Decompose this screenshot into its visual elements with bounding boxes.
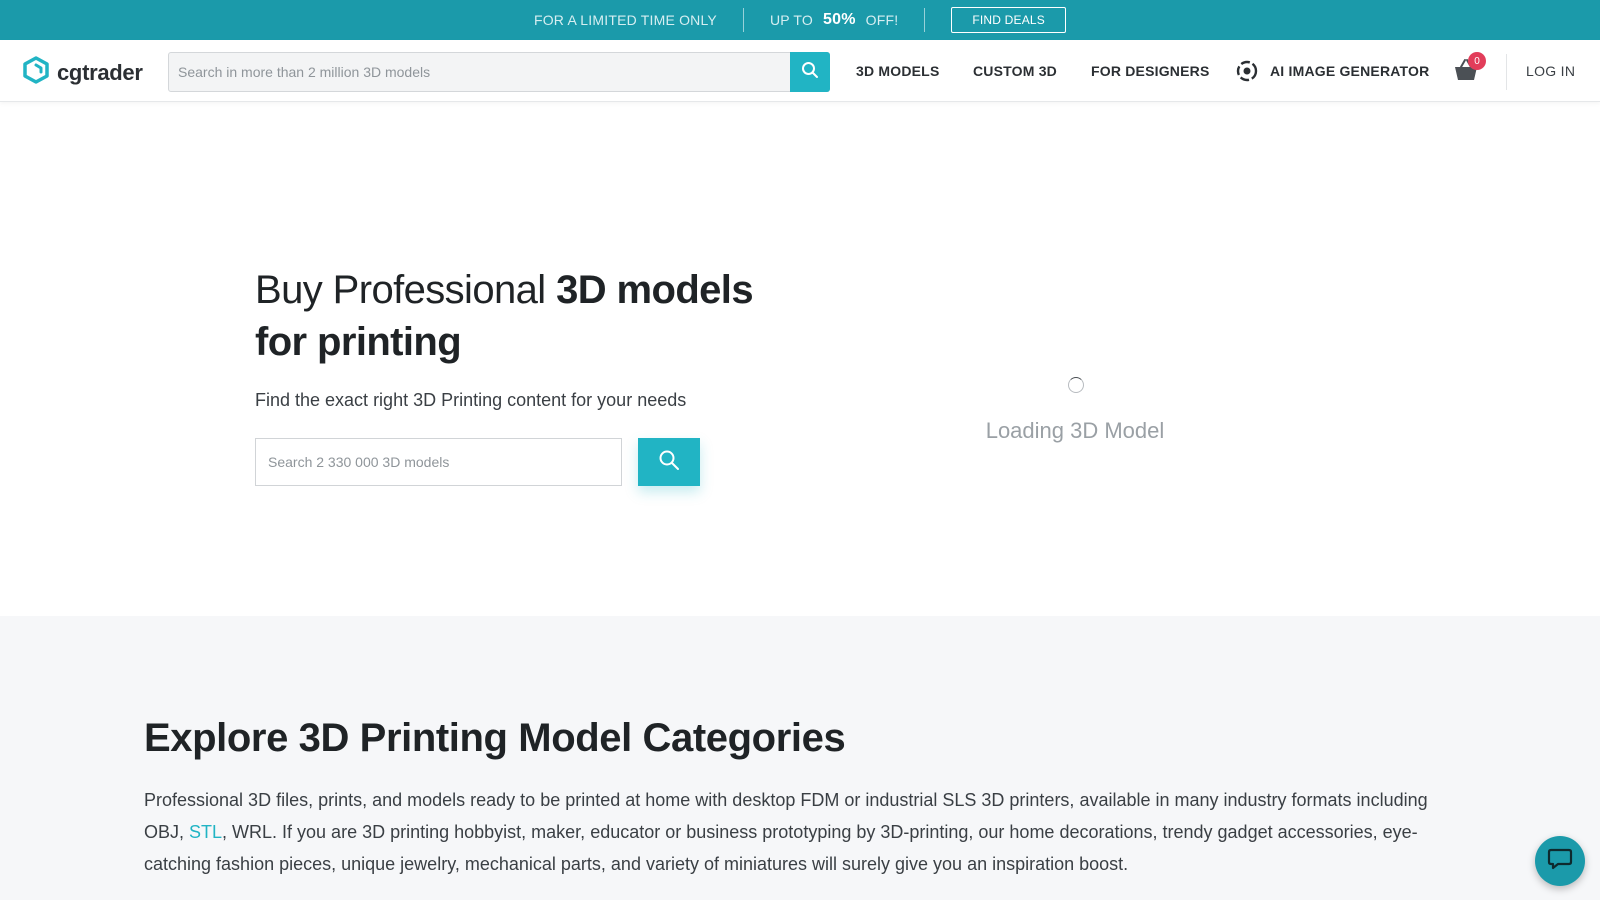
explore-title-bold: Categories bbox=[642, 716, 846, 760]
nav-ai-label: AI IMAGE GENERATOR bbox=[1270, 63, 1430, 79]
loading-3d-model-text: Loading 3D Model bbox=[985, 418, 1165, 443]
logo[interactable]: cgtrader bbox=[23, 56, 143, 89]
find-deals-button[interactable]: FIND DEALS bbox=[951, 7, 1067, 33]
promo-divider bbox=[742, 8, 744, 32]
promo-off-text: OFF! bbox=[865, 12, 899, 28]
hero-search-button[interactable] bbox=[638, 438, 700, 486]
chat-icon bbox=[1547, 847, 1573, 876]
header-search-button[interactable] bbox=[790, 52, 830, 92]
explore-description: Professional 3D files, prints, and model… bbox=[144, 784, 1434, 880]
hero-title-regular: Buy Professional bbox=[255, 268, 557, 312]
ai-aperture-icon bbox=[1236, 60, 1258, 82]
logo-text: cgtrader bbox=[57, 59, 143, 85]
site-header: cgtrader 3D MODELS CUSTOM 3D FOR DESIGNE… bbox=[0, 40, 1600, 102]
search-icon bbox=[658, 449, 680, 476]
hero-title-bold-line2: for printing bbox=[255, 320, 462, 364]
promo-percent: 50% bbox=[823, 11, 856, 28]
explore-title-regular: Explore 3D Printing Model bbox=[144, 716, 643, 760]
search-icon bbox=[801, 61, 819, 84]
stl-link[interactable]: STL bbox=[189, 822, 222, 842]
nav-custom-3d[interactable]: CUSTOM 3D bbox=[973, 40, 1057, 102]
explore-categories-section: Explore 3D Printing Model Categories Pro… bbox=[0, 616, 1600, 900]
promo-divider bbox=[924, 8, 926, 32]
promo-discount: UP TO 50% OFF! bbox=[770, 11, 898, 29]
promo-upto-text: UP TO bbox=[769, 12, 814, 28]
login-link[interactable]: LOG IN bbox=[1526, 40, 1575, 102]
cart-count-badge: 0 bbox=[1468, 52, 1486, 70]
header-divider bbox=[1506, 54, 1507, 90]
promo-bar: FOR A LIMITED TIME ONLY UP TO 50% OFF! F… bbox=[0, 0, 1600, 40]
promo-limited-text: FOR A LIMITED TIME ONLY bbox=[533, 12, 717, 28]
header-search-input[interactable] bbox=[169, 53, 779, 91]
explore-text-part2: , WRL. If you are 3D printing hobbyist, … bbox=[144, 822, 1418, 874]
hero-search bbox=[255, 438, 622, 486]
chat-button[interactable] bbox=[1535, 836, 1585, 886]
hero-title-bold: 3D models bbox=[556, 268, 753, 312]
nav-ai-image-generator[interactable]: AI IMAGE GENERATOR bbox=[1236, 40, 1429, 102]
nav-3d-models[interactable]: 3D MODELS bbox=[856, 40, 939, 102]
hero-search-input[interactable] bbox=[256, 439, 621, 485]
nav-for-designers[interactable]: FOR DESIGNERS bbox=[1091, 40, 1210, 102]
header-search bbox=[168, 52, 830, 92]
logo-hexagon-icon bbox=[23, 56, 49, 89]
explore-title: Explore 3D Printing Model Categories bbox=[144, 716, 846, 761]
hero-subtitle: Find the exact right 3D Printing content… bbox=[255, 390, 687, 410]
hero-title: Buy Professional 3D models for printing bbox=[255, 264, 815, 368]
spinner-icon bbox=[1068, 377, 1084, 393]
